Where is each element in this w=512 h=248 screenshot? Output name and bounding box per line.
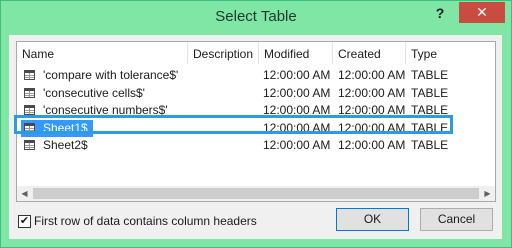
cell-modified: 12:00:00 AM xyxy=(263,85,331,100)
cell-name: 'consecutive numbers$' xyxy=(43,103,168,117)
cancel-button[interactable]: Cancel xyxy=(420,208,493,231)
select-table-dialog: Select Table ? ✕ Name Description Modifi… xyxy=(0,0,512,248)
cell-created: 12:00:00 AM xyxy=(338,68,406,82)
scroll-left-icon[interactable]: ◀ xyxy=(17,186,32,201)
column-header-created[interactable]: Created xyxy=(333,42,406,65)
cell-name: Sheet2$ xyxy=(43,138,88,152)
column-header-modified[interactable]: Modified xyxy=(259,42,333,65)
cell-modified: 12:00:00 AM xyxy=(263,120,331,135)
table-icon xyxy=(24,122,35,133)
column-header-type[interactable]: Type xyxy=(406,42,466,65)
cell-type: TABLE xyxy=(411,85,449,100)
dialog-body: Name Description Modified Created Type '… xyxy=(9,35,502,239)
table-row[interactable]: 'consecutive cells$' 12:00:00 AM 12:00:00 … xyxy=(17,85,495,102)
horizontal-scrollbar[interactable]: ◀ ▶ xyxy=(17,186,495,201)
cell-modified: 12:00:00 AM xyxy=(263,103,331,117)
cell-name: 'consecutive cells$' xyxy=(43,85,145,100)
column-header-description[interactable]: Description xyxy=(188,42,258,65)
cell-name: 'compare with tolerance$' xyxy=(43,68,179,82)
ok-button[interactable]: OK xyxy=(336,208,409,231)
help-button[interactable]: ? xyxy=(433,4,447,22)
cell-modified: 12:00:00 AM xyxy=(263,138,331,152)
cell-created: 12:00:00 AM xyxy=(338,103,406,117)
table-list[interactable]: Name Description Modified Created Type '… xyxy=(16,41,496,202)
cell-name: Sheet1$ xyxy=(43,120,88,135)
cell-created: 12:00:00 AM xyxy=(338,85,406,100)
cell-type: TABLE xyxy=(411,103,449,117)
scroll-right-icon[interactable]: ▶ xyxy=(480,186,495,201)
cell-created: 12:00:00 AM xyxy=(338,138,406,152)
table-row[interactable]: Sheet2$ 12:00:00 AM 12:00:00 AM TABLE xyxy=(17,137,495,154)
table-icon xyxy=(24,87,35,98)
column-header-name[interactable]: Name xyxy=(17,42,187,65)
title-bar: Select Table ? ✕ xyxy=(1,1,511,35)
table-row[interactable]: 'consecutive numbers$' 12:00:00 AM 12:00:0… xyxy=(17,102,495,119)
table-icon xyxy=(24,70,35,80)
table-row[interactable]: 'compare with tolerance$' 12:00:00 AM 12:0… xyxy=(17,67,495,84)
header-row-checkbox[interactable]: ✔ xyxy=(18,215,31,228)
list-header: Name Description Modified Created Type xyxy=(17,42,495,66)
header-row-checkbox-label[interactable]: First row of data contains column header… xyxy=(34,214,257,229)
table-row[interactable]: Sheet1$ 12:00:00 AM 12:00:00 AM TABLE xyxy=(17,119,495,137)
close-button[interactable]: ✕ xyxy=(459,2,505,23)
cell-type: TABLE xyxy=(411,120,449,135)
cell-type: TABLE xyxy=(411,138,449,152)
cell-created: 12:00:00 AM xyxy=(338,120,406,135)
table-icon xyxy=(24,105,35,115)
cell-modified: 12:00:00 AM xyxy=(263,68,331,82)
scroll-thumb[interactable] xyxy=(33,188,479,199)
table-icon xyxy=(24,140,35,150)
cell-type: TABLE xyxy=(411,68,449,82)
